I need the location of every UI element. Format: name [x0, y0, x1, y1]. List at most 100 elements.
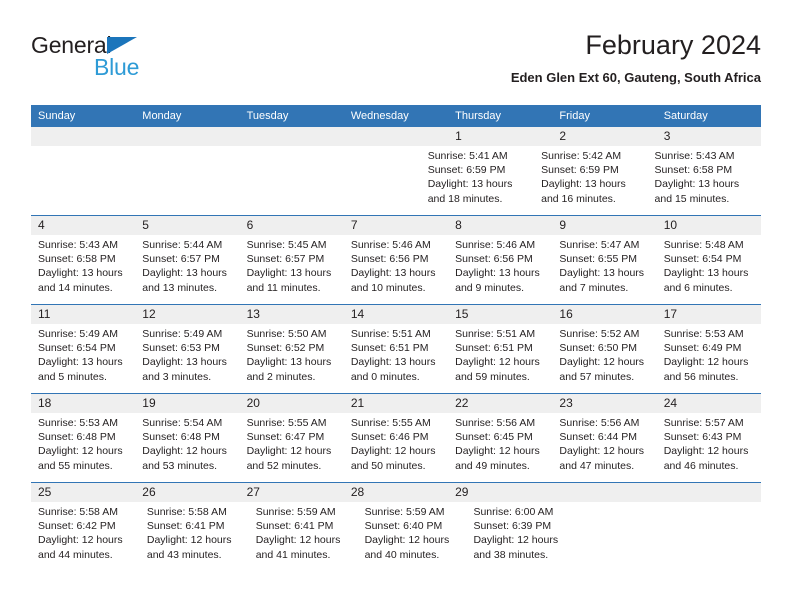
day-number[interactable]: 3 — [657, 127, 761, 146]
daylight-text-line2: and 11 minutes. — [246, 281, 321, 294]
day-cell[interactable]: Sunrise: 5:43 AM Sunset: 6:58 PM Daylight:… — [648, 146, 761, 215]
sunset-text: Sunset: 6:56 PM — [350, 253, 429, 266]
daylight-text-line2: and 14 minutes. — [38, 281, 113, 294]
day-cell[interactable]: Sunrise: 5:48 AM Sunset: 6:54 PM Daylight:… — [657, 235, 761, 304]
day-cell[interactable]: Sunrise: 5:59 AM Sunset: 6:41 PM Daylight:… — [249, 502, 358, 571]
day-number[interactable]: 21 — [344, 394, 448, 413]
day-number[interactable]: 10 — [657, 216, 761, 235]
day-number[interactable]: 22 — [448, 394, 552, 413]
weekday-header-thursday: Thursday — [455, 110, 501, 122]
day-cell[interactable]: Sunrise: 5:52 AM Sunset: 6:50 PM Daylight:… — [552, 324, 656, 393]
week-date-band: 123 — [31, 127, 761, 146]
day-number[interactable]: 23 — [552, 394, 656, 413]
daylight-text-line2: and 59 minutes. — [455, 370, 530, 383]
day-cell[interactable]: Sunrise: 5:56 AM Sunset: 6:44 PM Daylight:… — [552, 413, 656, 482]
day-number-empty — [657, 483, 761, 502]
day-number[interactable]: 6 — [240, 216, 344, 235]
daylight-text-line2: and 0 minutes. — [350, 370, 420, 383]
week-body-row: Sunrise: 5:43 AM Sunset: 6:58 PM Daylight:… — [31, 235, 761, 304]
daylight-text-line2: and 18 minutes. — [427, 192, 503, 205]
daylight-text-line2: and 9 minutes. — [455, 281, 525, 294]
day-number[interactable]: 15 — [448, 305, 552, 324]
sunrise-text: Sunrise: 5:59 AM — [255, 506, 336, 518]
daylight-text-line1: Daylight: 13 hours — [38, 356, 123, 369]
day-cell[interactable]: Sunrise: 6:00 AM Sunset: 6:39 PM Daylight:… — [466, 502, 575, 571]
day-number[interactable]: 27 — [240, 483, 344, 502]
day-number[interactable]: 12 — [135, 305, 239, 324]
day-cell[interactable]: Sunrise: 5:49 AM Sunset: 6:54 PM Daylight:… — [31, 324, 135, 393]
day-number[interactable]: 18 — [31, 394, 135, 413]
daylight-text-line1: Daylight: 13 hours — [246, 267, 332, 280]
day-number[interactable]: 16 — [552, 305, 656, 324]
day-cell[interactable]: Sunrise: 5:54 AM Sunset: 6:48 PM Daylight:… — [135, 413, 239, 482]
calendar-week-row: 25 26 27 28 29 Sunrise: 5:58 AM Sunset: 6:42 P… — [31, 483, 761, 571]
day-cell[interactable]: Sunrise: 5:41 AM Sunset: 6:59 PM Daylight:… — [421, 146, 534, 215]
day-number[interactable]: 29 — [448, 483, 552, 502]
day-number[interactable]: 5 — [135, 216, 239, 235]
day-number[interactable]: 20 — [240, 394, 344, 413]
day-cell[interactable]: Sunrise: 5:55 AM Sunset: 6:46 PM Daylight:… — [344, 413, 448, 482]
day-number[interactable]: 14 — [344, 305, 448, 324]
day-cell[interactable]: Sunrise: 5:46 AM Sunset: 6:56 PM Daylight:… — [344, 235, 448, 304]
sunrise-text: Sunrise: 5:53 AM — [38, 417, 118, 429]
general-blue-logo: General Blue — [31, 32, 231, 88]
day-cell[interactable]: Sunrise: 5:51 AM Sunset: 6:51 PM Daylight:… — [344, 324, 448, 393]
day-number[interactable]: 8 — [448, 216, 552, 235]
sunset-text: Sunset: 6:45 PM — [455, 431, 533, 444]
weekday-header-friday: Friday — [559, 110, 590, 122]
day-number[interactable]: 4 — [31, 216, 135, 235]
day-number[interactable]: 25 — [31, 483, 135, 502]
daylight-text-line1: Daylight: 12 hours — [663, 356, 749, 369]
day-number[interactable]: 13 — [240, 305, 344, 324]
day-cell[interactable]: Sunrise: 5:51 AM Sunset: 6:51 PM Daylight:… — [448, 324, 552, 393]
daylight-text-line2: and 41 minutes. — [255, 548, 331, 561]
day-number[interactable]: 11 — [31, 305, 135, 324]
daylight-text-line2: and 7 minutes. — [559, 281, 629, 294]
daylight-text-line2: and 50 minutes. — [350, 459, 426, 472]
day-cell[interactable]: Sunrise: 5:50 AM Sunset: 6:52 PM Daylight:… — [240, 324, 344, 393]
day-cell[interactable]: Sunrise: 5:49 AM Sunset: 6:53 PM Daylight:… — [135, 324, 239, 393]
daylight-text-line1: Daylight: 12 hours — [455, 445, 540, 458]
daylight-text-line1: Daylight: 13 hours — [142, 267, 227, 280]
day-number[interactable]: 2 — [552, 127, 656, 146]
day-cell[interactable]: Sunrise: 5:53 AM Sunset: 6:49 PM Daylight:… — [657, 324, 761, 393]
day-cell[interactable]: Sunrise: 5:42 AM Sunset: 6:59 PM Daylight:… — [534, 146, 647, 215]
sunrise-text: Sunrise: 5:47 AM — [559, 239, 640, 251]
day-number[interactable]: 7 — [344, 216, 448, 235]
daylight-text-line1: Daylight: 13 hours — [541, 178, 626, 191]
day-cell[interactable]: Sunrise: 5:44 AM Sunset: 6:57 PM Daylight:… — [135, 235, 239, 304]
day-number-empty — [344, 127, 448, 146]
day-cell[interactable]: Sunrise: 5:59 AM Sunset: 6:40 PM Daylight:… — [358, 502, 467, 571]
day-number[interactable]: 28 — [344, 483, 448, 502]
daylight-text-line1: Daylight: 12 hours — [559, 445, 645, 458]
sunset-text: Sunset: 6:52 PM — [246, 342, 325, 355]
day-number[interactable]: 24 — [657, 394, 761, 413]
day-number[interactable]: 17 — [657, 305, 761, 324]
daylight-text-line2: and 10 minutes. — [350, 281, 426, 294]
daylight-text-line2: and 13 minutes. — [142, 281, 217, 294]
daylight-text-line2: and 52 minutes. — [246, 459, 322, 472]
day-cell-empty — [575, 502, 668, 571]
daylight-text-line2: and 40 minutes. — [364, 548, 440, 561]
day-number[interactable]: 9 — [552, 216, 656, 235]
day-cell[interactable]: Sunrise: 5:58 AM Sunset: 6:42 PM Daylight:… — [31, 502, 140, 571]
day-cell[interactable]: Sunrise: 5:53 AM Sunset: 6:48 PM Daylight:… — [31, 413, 135, 482]
sunset-text: Sunset: 6:39 PM — [473, 520, 552, 533]
day-number[interactable]: 1 — [448, 127, 552, 146]
day-number[interactable]: 26 — [135, 483, 239, 502]
week-body-row: Sunrise: 5:53 AM Sunset: 6:48 PM Daylight:… — [31, 413, 761, 482]
weekday-header-tuesday: Tuesday — [246, 110, 289, 122]
day-cell[interactable]: Sunrise: 5:55 AM Sunset: 6:47 PM Daylight:… — [240, 413, 344, 482]
day-cell[interactable]: Sunrise: 5:47 AM Sunset: 6:55 PM Daylight:… — [552, 235, 656, 304]
daylight-text-line1: Daylight: 13 hours — [455, 267, 540, 280]
day-cell[interactable]: Sunrise: 5:57 AM Sunset: 6:43 PM Daylight:… — [657, 413, 761, 482]
sunrise-text: Sunrise: 5:45 AM — [246, 239, 327, 251]
day-cell[interactable]: Sunrise: 5:43 AM Sunset: 6:58 PM Daylight:… — [31, 235, 135, 304]
day-number[interactable]: 19 — [135, 394, 239, 413]
day-cell[interactable]: Sunrise: 5:45 AM Sunset: 6:57 PM Daylight:… — [240, 235, 344, 304]
sunset-text: Sunset: 6:53 PM — [142, 342, 220, 355]
day-cell[interactable]: Sunrise: 5:56 AM Sunset: 6:45 PM Daylight:… — [448, 413, 552, 482]
day-number-empty — [31, 127, 135, 146]
day-cell[interactable]: Sunrise: 5:46 AM Sunset: 6:56 PM Daylight:… — [448, 235, 552, 304]
day-cell[interactable]: Sunrise: 5:58 AM Sunset: 6:41 PM Daylight:… — [140, 502, 249, 571]
